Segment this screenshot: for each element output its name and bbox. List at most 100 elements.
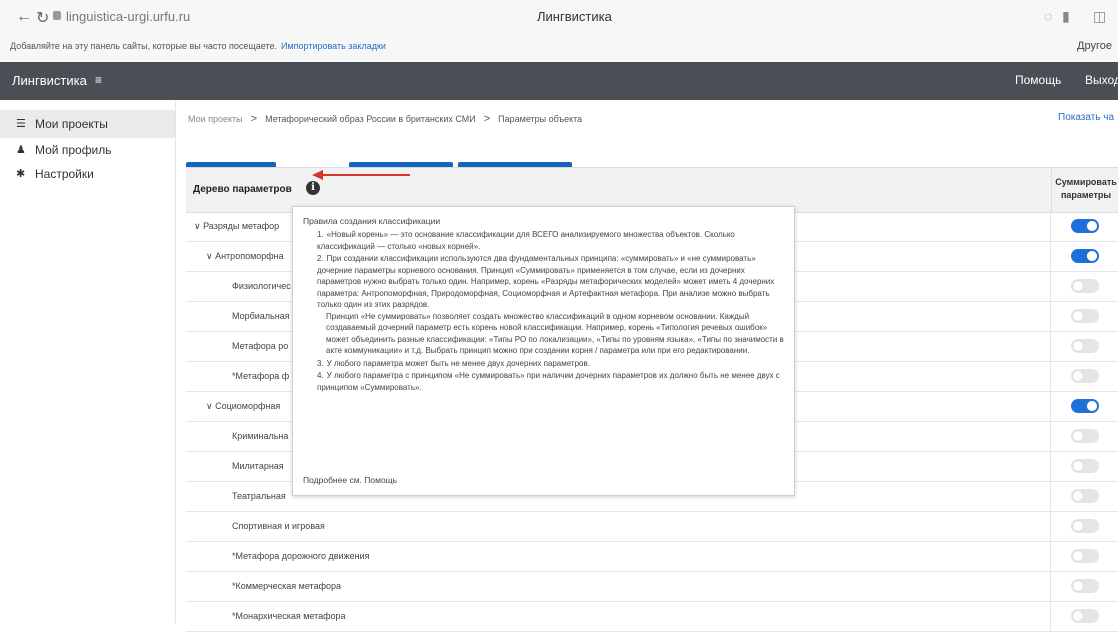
show-link[interactable]: Показать ча [1058,112,1114,123]
column-divider [1050,301,1051,331]
help-link[interactable]: Помощь [1015,73,1061,87]
table-row[interactable]: *Монархическая метафора [186,601,1118,632]
column-divider [1050,241,1051,271]
breadcrumb-separator: > [483,113,491,125]
breadcrumb-separator: > [250,113,258,125]
bookmarks-bar: Добавляйте на эту панель сайты, которые … [0,34,1118,63]
pocket-icon[interactable]: ◫ [1093,8,1106,25]
reload-icon[interactable]: ↻ [36,8,49,28]
rule-text-extra: Принцип «Не суммировать» позволяет созда… [326,311,784,356]
import-bookmarks-link[interactable]: Импортировать закладки [281,41,386,51]
tooltip-more-help[interactable]: Подробнее см. Помощь [303,475,397,485]
breadcrumb-project[interactable]: Метафорический образ России в британских… [265,114,476,124]
column-divider [1050,601,1051,631]
sidebar-item-settings[interactable]: ✱ Настройки [0,160,175,188]
logout-link[interactable]: Выход [1085,73,1118,87]
rule-text: У любого параметра может быть не менее д… [326,358,590,368]
parameter-label[interactable]: Криминальна [232,431,288,441]
sidebar-item-label: Настройки [35,167,94,181]
app-navbar: Лингвистика ≡ Помощь Выход [0,62,1118,100]
annotation-arrow [312,170,410,180]
parameter-label[interactable]: Театральная [232,491,286,501]
list-icon: ☰ [16,118,26,130]
sum-toggle[interactable] [1071,519,1099,533]
back-icon[interactable]: ← [16,8,32,26]
rule-number: 4. [317,371,324,380]
sum-toggle[interactable] [1071,249,1099,263]
rule-item: 3. У любого параметра может быть не менее… [317,358,787,370]
tree-header-label: Дерево параметров [193,184,292,195]
sum-toggle[interactable] [1071,219,1099,233]
tooltip-rules: 1. «Новый корень» — это основание классиф… [317,229,787,394]
parameter-label[interactable]: *Коммерческая метафора [232,581,341,591]
table-row[interactable]: *Коммерческая метафора [186,571,1118,602]
parameter-label[interactable]: Спортивная и игровая [232,521,325,531]
menu-icon[interactable]: ≡ [95,73,102,87]
sum-toggle[interactable] [1071,279,1099,293]
parameter-label[interactable]: ∨ Социоморфная [206,401,280,412]
parameter-label[interactable]: Метафора ро [232,341,288,351]
table-row[interactable]: Спортивная и игровая [186,511,1118,542]
rule-item: 4. У любого параметра с принципом «Не сум… [317,370,787,393]
bookmark-icon[interactable]: ▮ [1062,8,1070,25]
column-divider [1050,331,1051,361]
arrow-head [312,170,323,180]
parameter-label[interactable]: ∨ Разряды метафор [194,221,279,232]
rule-number: 1. [317,230,324,239]
sum-toggle[interactable] [1071,459,1099,473]
other-bookmarks[interactable]: Другое [1077,40,1112,52]
column-divider [1050,211,1051,241]
sum-toggle[interactable] [1071,579,1099,593]
gear-icon: ✱ [16,168,26,180]
sum-toggle[interactable] [1071,489,1099,503]
parameter-label[interactable]: *Метафора дорожного движения [232,551,369,561]
rule-item: 2. При создании классификации используютс… [317,253,787,357]
parameter-label[interactable]: Физиологичес [232,281,291,291]
sum-toggle[interactable] [1071,309,1099,323]
breadcrumb-current: Параметры объекта [498,114,583,124]
browser-toolbar: ← ↻ linguistica-urgi.urfu.ru Лингвистика… [0,0,1118,34]
column-divider [1050,481,1051,511]
rule-text: У любого параметра с принципом «Не сумми… [317,371,780,392]
parameter-label[interactable]: *Монархическая метафора [232,611,346,621]
rule-text: «Новый корень» — это основание классифик… [317,230,735,251]
classification-rules-tooltip: Правила создания классификации 1. «Новый … [292,206,795,496]
column-divider [1050,451,1051,481]
lock-icon [53,11,61,20]
sidebar-item-projects[interactable]: ☰ Мои проекты [0,110,175,138]
sum-header-label: Суммировать параметры [1055,177,1117,200]
sidebar-item-label: Мои проекты [35,117,108,131]
rule-number: 3. [317,358,324,368]
info-icon[interactable]: i [306,181,320,195]
parameter-label[interactable]: Милитарная [232,461,284,471]
bookmarks-hint: Добавляйте на эту панель сайты, которые … [10,41,277,51]
column-divider [1050,361,1051,391]
column-divider [1050,421,1051,451]
sidebar: ☰ Мои проекты ♟ Мой профиль ✱ Настройки [0,100,176,623]
rule-number: 2. [317,254,324,263]
sum-toggle[interactable] [1071,549,1099,563]
parameter-label[interactable]: *Метафора ф [232,371,289,381]
parameter-label[interactable]: Морбиальная [232,311,290,321]
sum-toggle[interactable] [1071,399,1099,413]
sum-toggle[interactable] [1071,609,1099,623]
parameter-label[interactable]: ∨ Антропоморфна [206,251,284,262]
breadcrumb-projects[interactable]: Мои проекты [188,114,243,124]
sum-toggle[interactable] [1071,369,1099,383]
sum-toggle[interactable] [1071,339,1099,353]
app-brand[interactable]: Лингвистика [12,73,87,88]
rule-item: 1. «Новый корень» — это основание классиф… [317,229,787,252]
column-divider [1050,511,1051,541]
user-icon: ♟ [16,144,26,156]
sum-toggle[interactable] [1071,429,1099,443]
column-divider [1050,571,1051,601]
reader-icon[interactable]: ◌ [1044,8,1052,24]
column-divider [1050,271,1051,301]
address-bar[interactable]: linguistica-urgi.urfu.ru [66,9,190,24]
table-row[interactable]: *Метафора дорожного движения [186,541,1118,572]
tooltip-title: Правила создания классификации [303,216,441,226]
rule-text: При создании классификации используются … [317,254,775,309]
breadcrumb: Мои проекты > Метафорический образ России … [188,113,582,125]
page-tab-title: Лингвистика [537,9,612,24]
column-divider [1050,391,1051,421]
